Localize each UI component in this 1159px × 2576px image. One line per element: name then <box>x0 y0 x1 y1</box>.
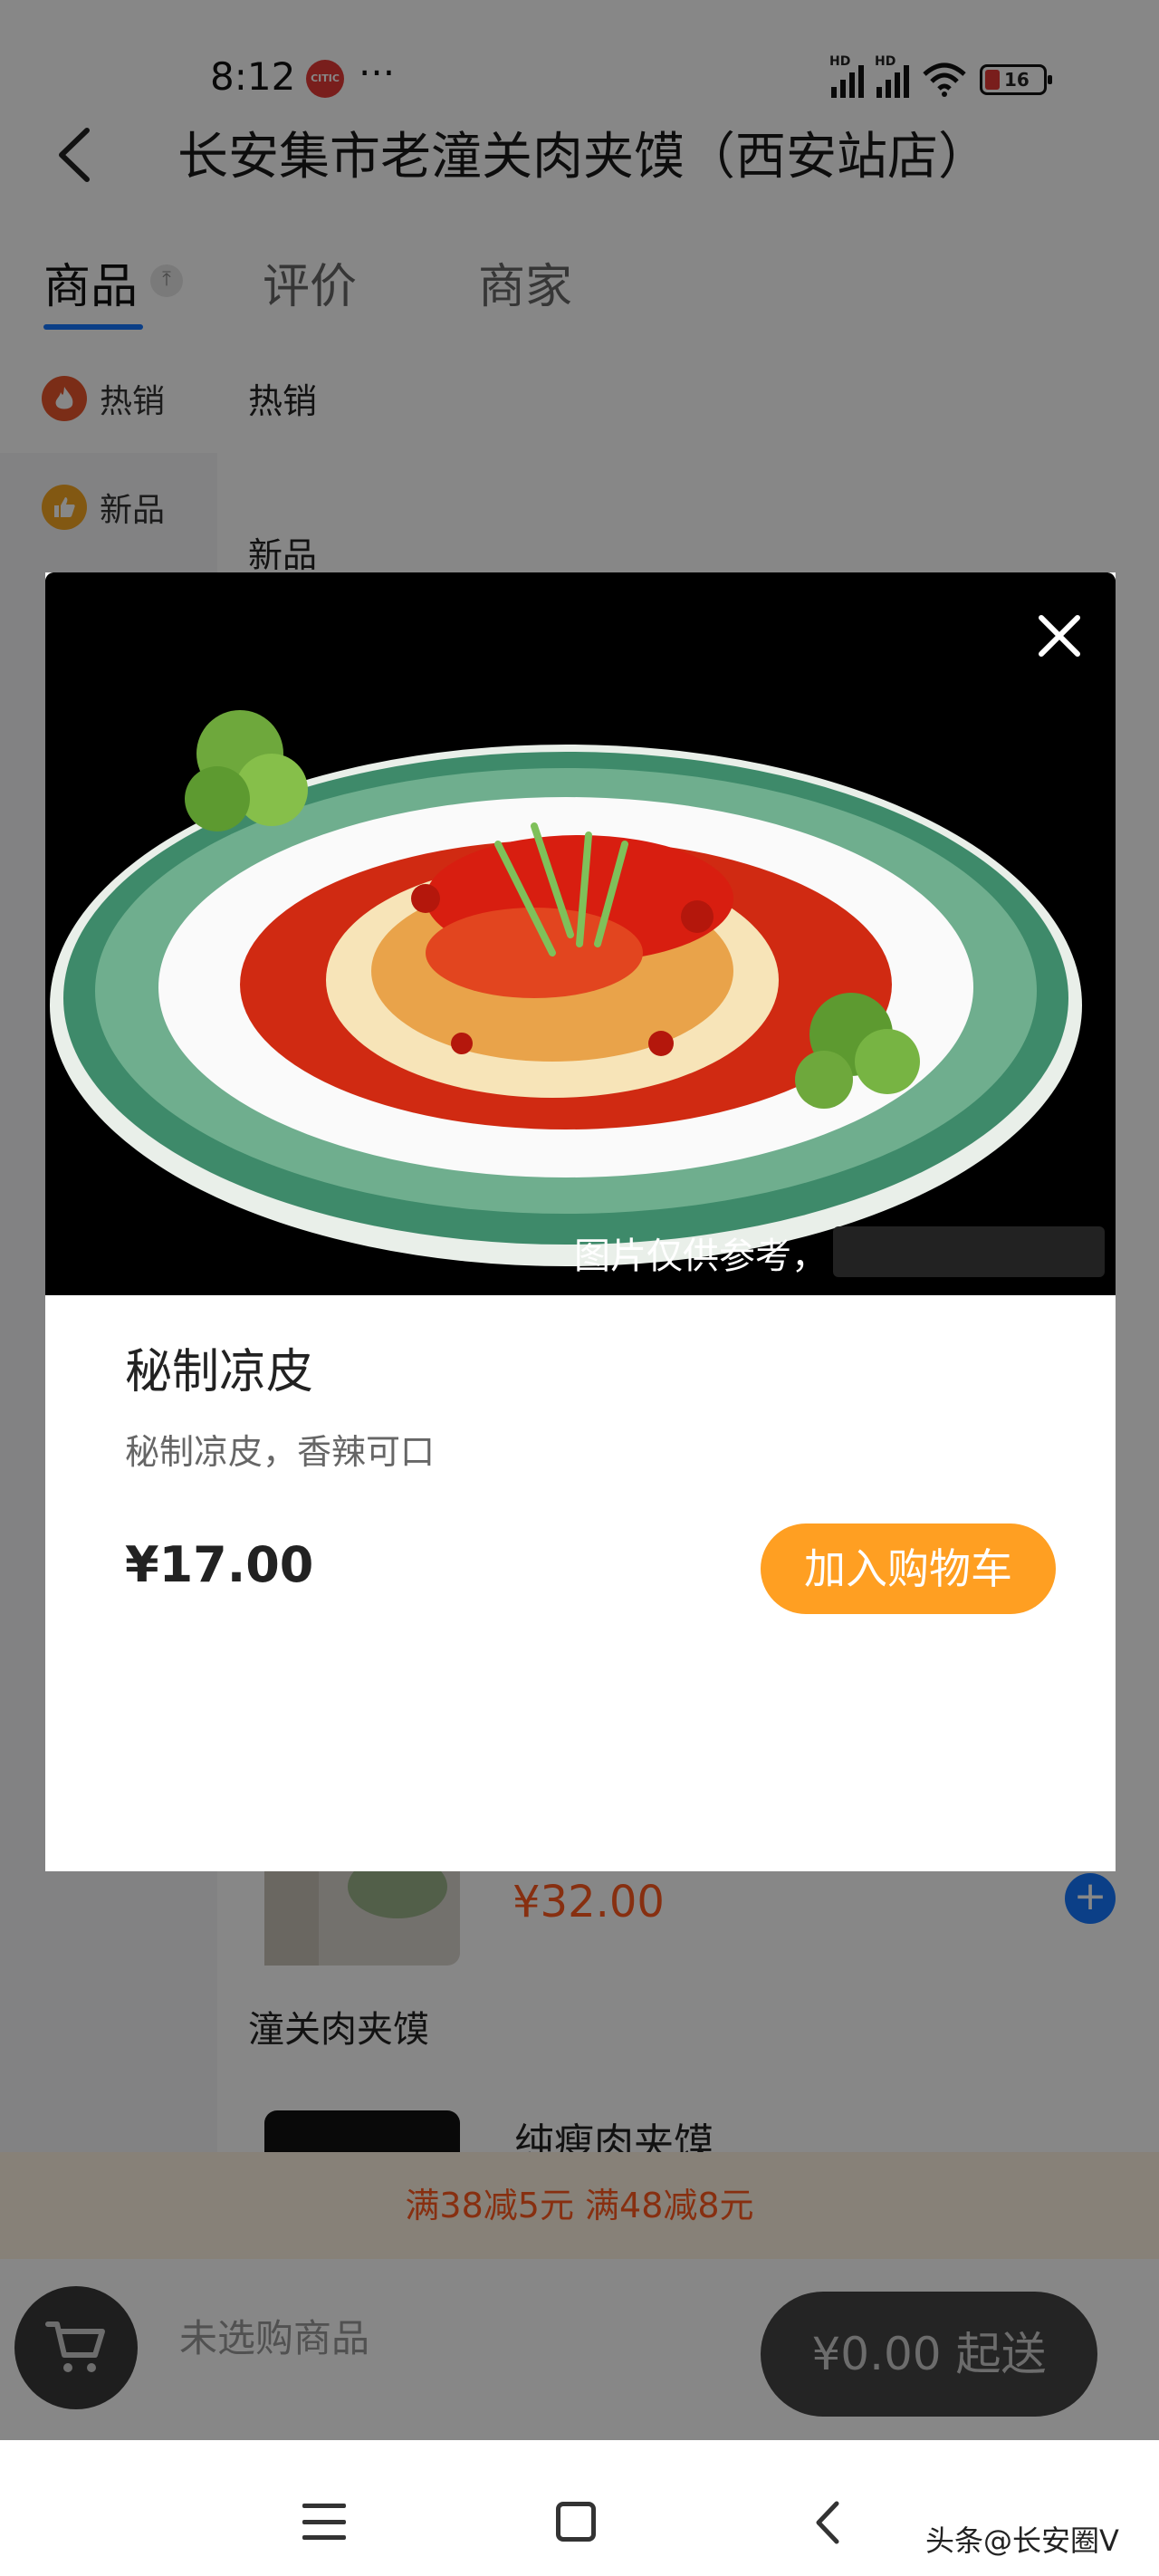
image-disclaimer: 图片仅供参考， <box>574 1235 828 1277</box>
product-detail-modal: 图片仅供参考， 秘制凉皮 秘制凉皮，香辣可口 ¥17.00 加入购物车 <box>45 572 1116 1871</box>
caption-redacted <box>833 1226 1105 1277</box>
watermark: 头条@长安圈V <box>925 2523 1119 2558</box>
product-description: 秘制凉皮，香辣可口 <box>125 1432 436 1472</box>
product-image: 图片仅供参考， <box>45 572 1116 1295</box>
system-nav-bar: 头条@长安圈V <box>0 2440 1159 2576</box>
close-icon[interactable] <box>1032 609 1087 663</box>
product-name: 秘制凉皮 <box>125 1345 314 1399</box>
menu-icon[interactable] <box>302 2504 346 2540</box>
liangpi-dish-illustration <box>45 572 1116 1295</box>
back-icon[interactable] <box>809 2498 846 2547</box>
product-price: ¥17.00 <box>125 1536 314 1593</box>
home-icon[interactable] <box>556 2502 596 2542</box>
add-to-cart-button[interactable]: 加入购物车 <box>761 1523 1056 1614</box>
